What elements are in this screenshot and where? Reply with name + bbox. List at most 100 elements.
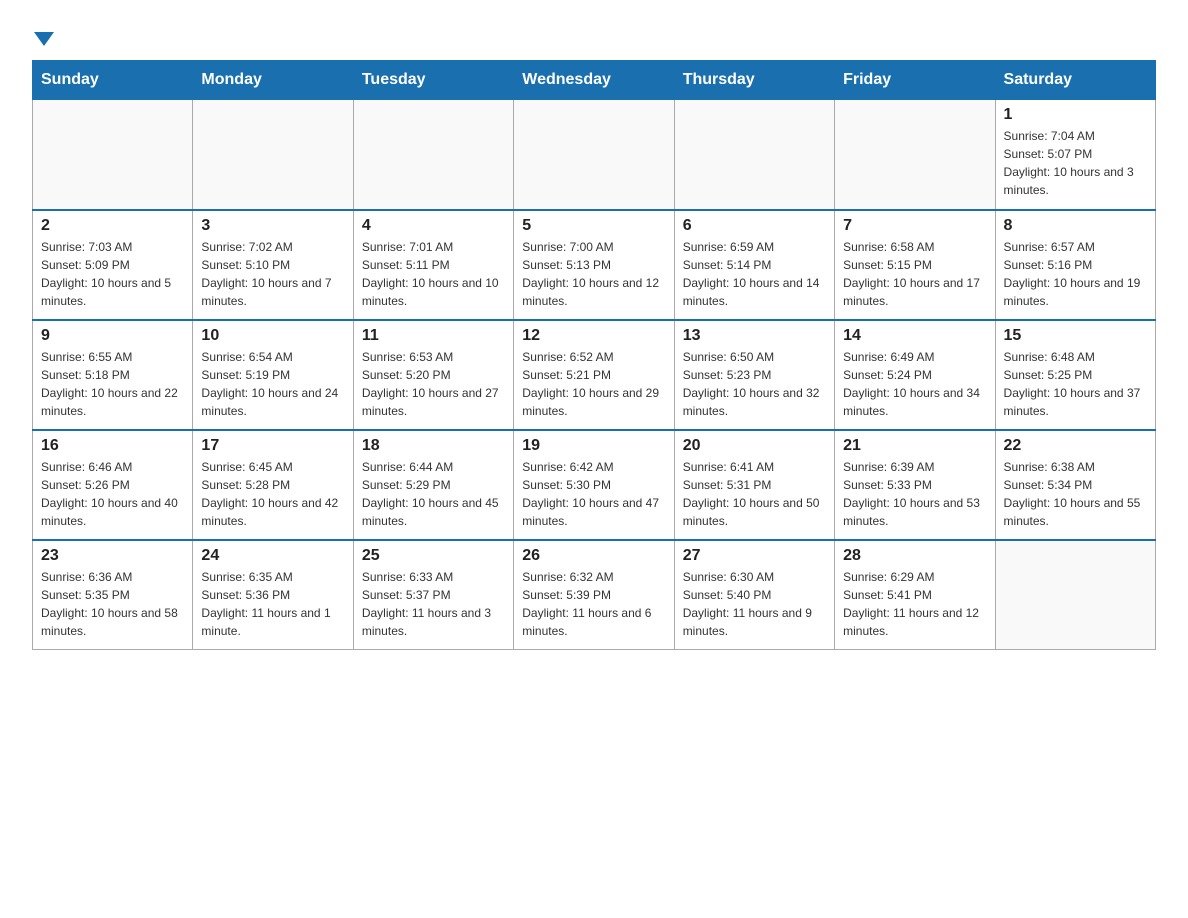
day-info: Sunrise: 6:30 AMSunset: 5:40 PMDaylight:… [683,568,826,640]
day-number: 22 [1004,437,1147,455]
calendar-cell: 10 Sunrise: 6:54 AMSunset: 5:19 PMDayligh… [193,320,353,430]
day-info: Sunrise: 7:04 AMSunset: 5:07 PMDaylight:… [1004,127,1147,199]
calendar-cell: 2 Sunrise: 7:03 AMSunset: 5:09 PMDaylight… [33,210,193,320]
day-info: Sunrise: 6:52 AMSunset: 5:21 PMDaylight:… [522,348,665,420]
day-number: 17 [201,437,344,455]
calendar-cell: 1 Sunrise: 7:04 AMSunset: 5:07 PMDaylight… [995,100,1155,210]
day-info: Sunrise: 6:29 AMSunset: 5:41 PMDaylight:… [843,568,986,640]
col-wednesday: Wednesday [514,61,674,100]
calendar-cell [674,100,834,210]
calendar-cell: 20 Sunrise: 6:41 AMSunset: 5:31 PMDayligh… [674,430,834,540]
day-number: 14 [843,327,986,345]
calendar-week-row: 2 Sunrise: 7:03 AMSunset: 5:09 PMDaylight… [33,210,1156,320]
calendar-cell: 24 Sunrise: 6:35 AMSunset: 5:36 PMDayligh… [193,540,353,650]
calendar-table: Sunday Monday Tuesday Wednesday Thursday… [32,60,1156,650]
calendar-week-row: 16 Sunrise: 6:46 AMSunset: 5:26 PMDayligh… [33,430,1156,540]
day-info: Sunrise: 6:49 AMSunset: 5:24 PMDaylight:… [843,348,986,420]
day-number: 16 [41,437,184,455]
calendar-cell: 23 Sunrise: 6:36 AMSunset: 5:35 PMDayligh… [33,540,193,650]
calendar-cell: 19 Sunrise: 6:42 AMSunset: 5:30 PMDayligh… [514,430,674,540]
logo-top-row [32,24,54,48]
col-monday: Monday [193,61,353,100]
day-number: 7 [843,217,986,235]
calendar-cell: 11 Sunrise: 6:53 AMSunset: 5:20 PMDayligh… [353,320,513,430]
day-number: 26 [522,547,665,565]
calendar-cell: 26Sunrise: 6:32 AMSunset: 5:39 PMDayligh… [514,540,674,650]
calendar-cell [995,540,1155,650]
day-number: 20 [683,437,826,455]
day-number: 9 [41,327,184,345]
calendar-cell: 27 Sunrise: 6:30 AMSunset: 5:40 PMDayligh… [674,540,834,650]
calendar-week-row: 9 Sunrise: 6:55 AMSunset: 5:18 PMDaylight… [33,320,1156,430]
calendar-cell: 21Sunrise: 6:39 AMSunset: 5:33 PMDayligh… [835,430,995,540]
calendar-cell: 14 Sunrise: 6:49 AMSunset: 5:24 PMDayligh… [835,320,995,430]
day-number: 19 [522,437,665,455]
calendar-cell: 18Sunrise: 6:44 AMSunset: 5:29 PMDayligh… [353,430,513,540]
col-saturday: Saturday [995,61,1155,100]
day-info: Sunrise: 6:55 AMSunset: 5:18 PMDaylight:… [41,348,184,420]
day-info: Sunrise: 6:45 AMSunset: 5:28 PMDaylight:… [201,458,344,530]
calendar-cell: 25 Sunrise: 6:33 AMSunset: 5:37 PMDayligh… [353,540,513,650]
day-info: Sunrise: 6:41 AMSunset: 5:31 PMDaylight:… [683,458,826,530]
day-number: 10 [201,327,344,345]
calendar-cell: 5 Sunrise: 7:00 AMSunset: 5:13 PMDaylight… [514,210,674,320]
day-number: 27 [683,547,826,565]
logo-triangle-icon [34,32,54,46]
col-friday: Friday [835,61,995,100]
day-number: 5 [522,217,665,235]
day-number: 6 [683,217,826,235]
logo [32,24,54,48]
calendar-header-row: Sunday Monday Tuesday Wednesday Thursday… [33,61,1156,100]
day-number: 4 [362,217,505,235]
day-info: Sunrise: 7:00 AMSunset: 5:13 PMDaylight:… [522,238,665,310]
day-info: Sunrise: 6:42 AMSunset: 5:30 PMDaylight:… [522,458,665,530]
calendar-cell: 17 Sunrise: 6:45 AMSunset: 5:28 PMDayligh… [193,430,353,540]
calendar-cell: 12 Sunrise: 6:52 AMSunset: 5:21 PMDayligh… [514,320,674,430]
calendar-cell [835,100,995,210]
day-info: Sunrise: 7:01 AMSunset: 5:11 PMDaylight:… [362,238,505,310]
day-number: 12 [522,327,665,345]
calendar-cell [353,100,513,210]
calendar-cell [33,100,193,210]
col-sunday: Sunday [33,61,193,100]
day-info: Sunrise: 6:58 AMSunset: 5:15 PMDaylight:… [843,238,986,310]
calendar-cell: 8 Sunrise: 6:57 AMSunset: 5:16 PMDaylight… [995,210,1155,320]
calendar-cell: 9 Sunrise: 6:55 AMSunset: 5:18 PMDaylight… [33,320,193,430]
calendar-cell: 15 Sunrise: 6:48 AMSunset: 5:25 PMDayligh… [995,320,1155,430]
calendar-cell: 16 Sunrise: 6:46 AMSunset: 5:26 PMDayligh… [33,430,193,540]
page-header [32,24,1156,48]
calendar-cell: 4 Sunrise: 7:01 AMSunset: 5:11 PMDaylight… [353,210,513,320]
day-number: 28 [843,547,986,565]
day-info: Sunrise: 7:03 AMSunset: 5:09 PMDaylight:… [41,238,184,310]
calendar-cell: 22Sunrise: 6:38 AMSunset: 5:34 PMDayligh… [995,430,1155,540]
day-number: 2 [41,217,184,235]
col-thursday: Thursday [674,61,834,100]
calendar-cell: 13Sunrise: 6:50 AMSunset: 5:23 PMDayligh… [674,320,834,430]
day-info: Sunrise: 6:46 AMSunset: 5:26 PMDaylight:… [41,458,184,530]
day-number: 11 [362,327,505,345]
day-info: Sunrise: 6:53 AMSunset: 5:20 PMDaylight:… [362,348,505,420]
day-number: 13 [683,327,826,345]
day-number: 1 [1004,106,1147,124]
day-info: Sunrise: 7:02 AMSunset: 5:10 PMDaylight:… [201,238,344,310]
calendar-cell [514,100,674,210]
calendar-cell: 7 Sunrise: 6:58 AMSunset: 5:15 PMDaylight… [835,210,995,320]
day-info: Sunrise: 6:36 AMSunset: 5:35 PMDaylight:… [41,568,184,640]
day-number: 18 [362,437,505,455]
day-info: Sunrise: 6:35 AMSunset: 5:36 PMDaylight:… [201,568,344,640]
day-number: 23 [41,547,184,565]
day-info: Sunrise: 6:57 AMSunset: 5:16 PMDaylight:… [1004,238,1147,310]
day-info: Sunrise: 6:33 AMSunset: 5:37 PMDaylight:… [362,568,505,640]
calendar-cell: 6 Sunrise: 6:59 AMSunset: 5:14 PMDaylight… [674,210,834,320]
day-number: 8 [1004,217,1147,235]
calendar-week-row: 23 Sunrise: 6:36 AMSunset: 5:35 PMDayligh… [33,540,1156,650]
col-tuesday: Tuesday [353,61,513,100]
day-info: Sunrise: 6:48 AMSunset: 5:25 PMDaylight:… [1004,348,1147,420]
day-info: Sunrise: 6:59 AMSunset: 5:14 PMDaylight:… [683,238,826,310]
day-info: Sunrise: 6:54 AMSunset: 5:19 PMDaylight:… [201,348,344,420]
calendar-cell [193,100,353,210]
day-number: 25 [362,547,505,565]
calendar-week-row: 1 Sunrise: 7:04 AMSunset: 5:07 PMDaylight… [33,100,1156,210]
day-number: 15 [1004,327,1147,345]
day-number: 24 [201,547,344,565]
